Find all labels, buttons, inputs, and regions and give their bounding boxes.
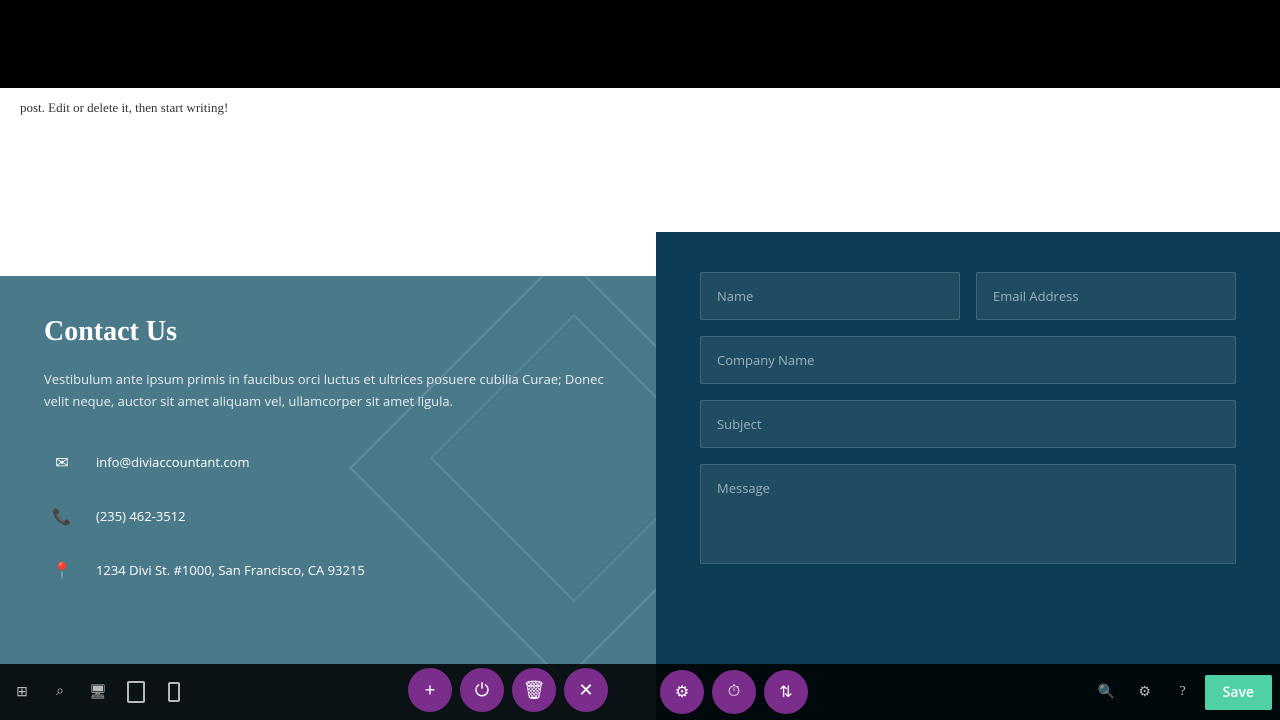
email-info: ✉ info@diviaccountant.com — [44, 444, 612, 480]
power-button[interactable]: ⏻ — [460, 668, 504, 712]
desktop-icon-btn[interactable]: 🖥 — [80, 674, 116, 710]
subject-row — [700, 400, 1236, 448]
tablet-icon-btn[interactable] — [118, 674, 154, 710]
desktop-icon: 🖥 — [89, 684, 107, 701]
search2-icon-btn[interactable]: 🔍 — [1091, 676, 1123, 708]
save-button[interactable]: Save — [1205, 675, 1272, 710]
mobile-icon — [168, 682, 180, 702]
message-row — [700, 464, 1236, 569]
email-text: info@diviaccountant.com — [96, 453, 250, 471]
email-input[interactable] — [976, 272, 1236, 320]
toolbar-right-area: 🔍 ⚙ ? Save — [1091, 675, 1280, 710]
sort-fab[interactable]: ⇅ — [764, 670, 808, 714]
message-input[interactable] — [700, 464, 1236, 564]
address-text: 1234 Divi St. #1000, San Francisco, CA 9… — [96, 561, 365, 579]
add-button[interactable]: + — [408, 668, 452, 712]
floating-action-buttons: + ⏻ 🗑 ✕ — [408, 668, 608, 712]
options-icon-btn[interactable]: ⚙ — [1129, 676, 1161, 708]
help-icon-btn[interactable]: ? — [1167, 676, 1199, 708]
main-content-area: post. Edit or delete it, then start writ… — [0, 88, 656, 276]
main-content-text: post. Edit or delete it, then start writ… — [20, 98, 636, 118]
search-icon: ⌕ — [56, 684, 64, 700]
contact-description: Vestibulum ante ipsum primis in faucibus… — [44, 368, 612, 412]
name-input[interactable] — [700, 272, 960, 320]
center-right-fabs: ⚙ ⏱ ⇅ — [660, 670, 808, 714]
phone-icon: 📞 — [44, 498, 80, 534]
subject-input[interactable] — [700, 400, 1236, 448]
bottom-toolbar: ⊞ ⌕ 🖥 + ⏻ 🗑 ✕ ⚙ ⏱ ⇅ 🔍 ⚙ ? Save — [0, 664, 1280, 720]
tablet-icon — [127, 681, 145, 703]
email-icon: ✉ — [44, 444, 80, 480]
location-icon: 📍 — [44, 552, 80, 588]
search-icon-btn[interactable]: ⌕ — [42, 674, 78, 710]
contact-heading: Contact Us — [44, 316, 612, 348]
trash-button[interactable]: 🗑 — [512, 668, 556, 712]
phone-text: (235) 462-3512 — [96, 507, 186, 525]
close-button[interactable]: ✕ — [564, 668, 608, 712]
top-bar — [0, 0, 1280, 88]
address-info: 📍 1234 Divi St. #1000, San Francisco, CA… — [44, 552, 612, 588]
clock-fab[interactable]: ⏱ — [712, 670, 756, 714]
contact-left-section: Contact Us Vestibulum ante ipsum primis … — [0, 276, 656, 720]
grid-icon-btn[interactable]: ⊞ — [4, 674, 40, 710]
grid-icon: ⊞ — [16, 684, 28, 701]
company-input[interactable] — [700, 336, 1236, 384]
settings-fab[interactable]: ⚙ — [660, 670, 704, 714]
toolbar-left-icons: ⊞ ⌕ 🖥 — [0, 674, 196, 710]
company-row — [700, 336, 1236, 384]
mobile-icon-btn[interactable] — [156, 674, 192, 710]
phone-info: 📞 (235) 462-3512 — [44, 498, 612, 534]
contact-right-section — [656, 232, 1280, 720]
form-row-1 — [700, 272, 1236, 320]
